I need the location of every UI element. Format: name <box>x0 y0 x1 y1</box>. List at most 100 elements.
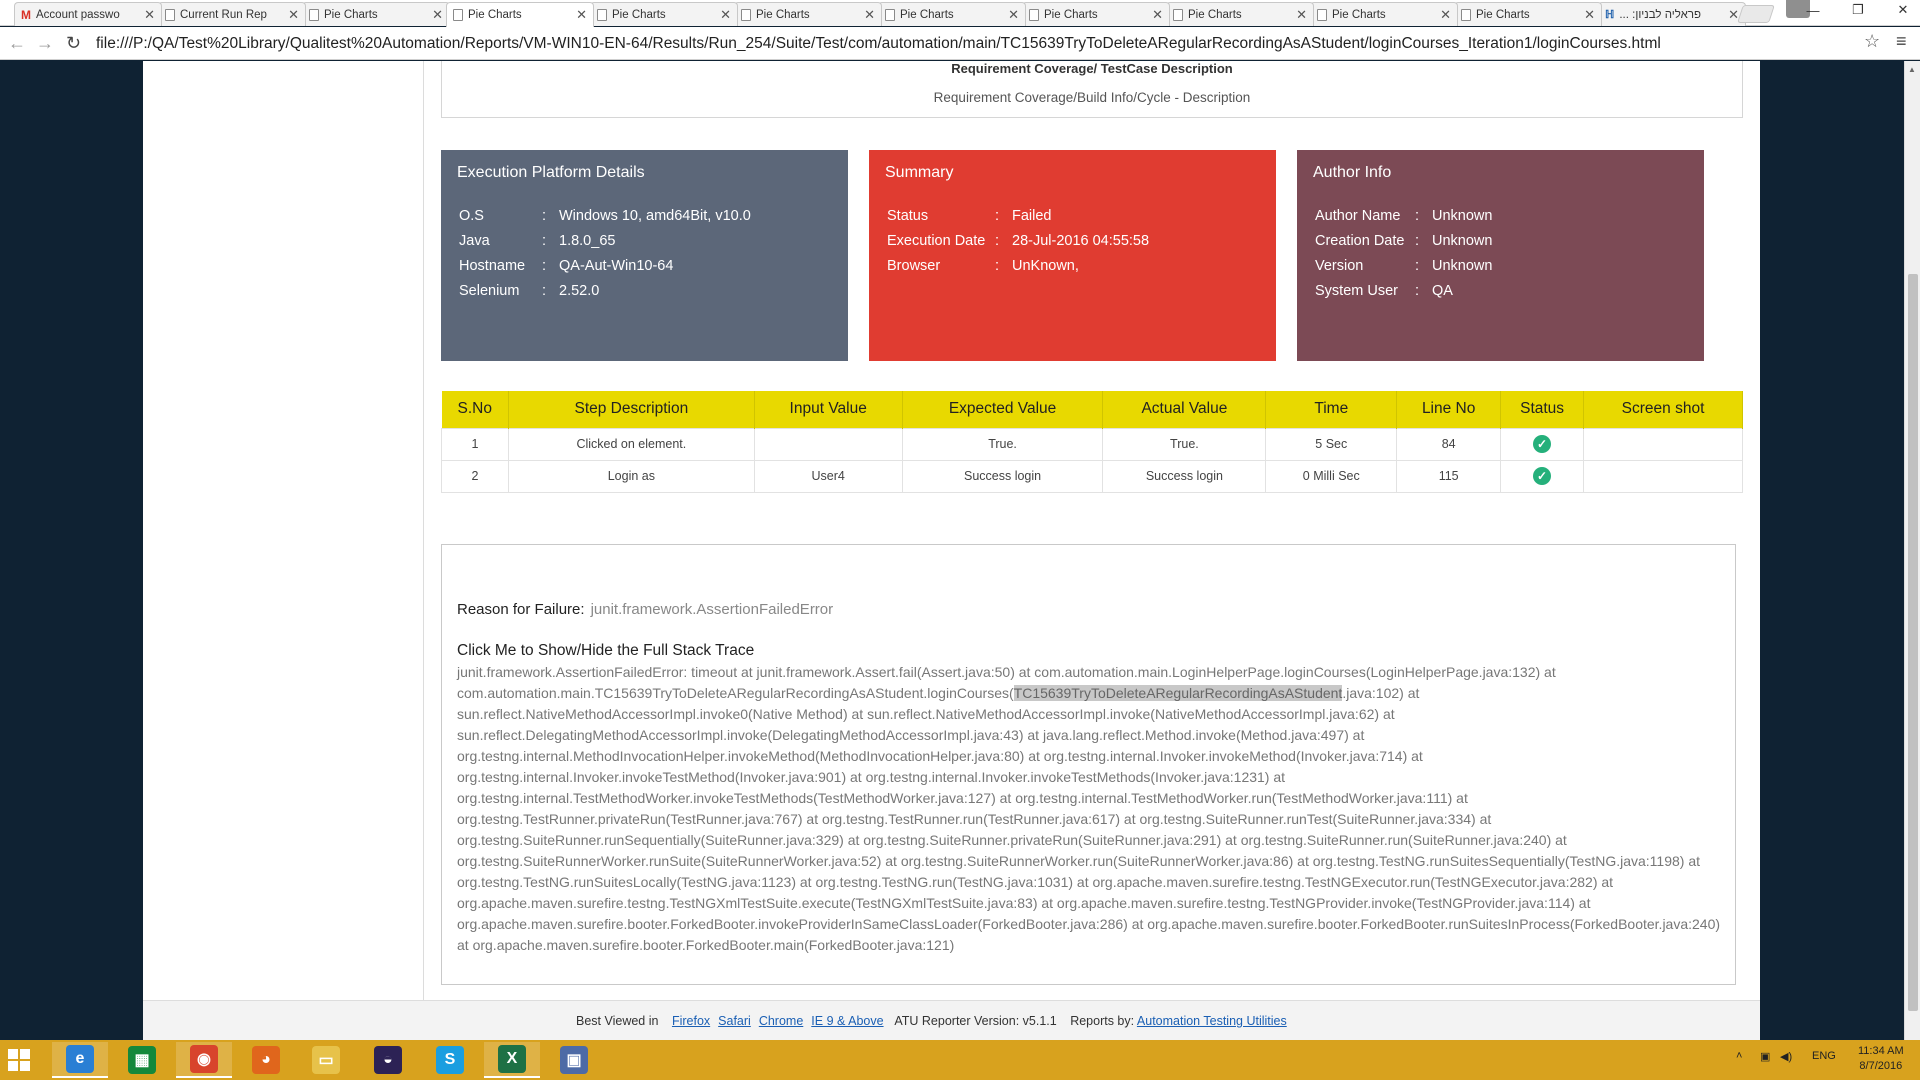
browser-tab[interactable]: M Account passwo ✕ <box>14 2 162 26</box>
document-icon <box>309 8 319 21</box>
scrollbar-thumb[interactable] <box>1908 274 1918 1011</box>
reload-button[interactable]: ↻ <box>66 33 81 53</box>
safari-link[interactable]: Safari <box>718 1014 751 1028</box>
tab-close-icon[interactable]: ✕ <box>576 7 587 23</box>
tab-close-icon[interactable]: ✕ <box>144 7 155 23</box>
detail-separator: : <box>1415 233 1420 249</box>
table-cell-time: 5 Sec <box>1265 427 1398 461</box>
browser-tab[interactable]: Pie Charts ✕ <box>1166 2 1314 26</box>
browser-tab[interactable]: Pie Charts ✕ <box>1310 2 1458 26</box>
back-button[interactable]: ← <box>8 33 26 53</box>
browser-tab[interactable]: Pie Charts ✕ <box>302 2 450 26</box>
network-app-taskbar-button[interactable]: ▣ <box>546 1042 602 1078</box>
browser-tab[interactable]: Pie Charts ✕ <box>1454 2 1602 26</box>
forward-button[interactable]: → <box>36 33 54 53</box>
tab-title: פראליה לבניון: ... <box>1619 8 1701 21</box>
scroll-up-arrow-icon[interactable]: ▲ <box>1908 65 1916 74</box>
table-row: 1 Clicked on element. True. True. 5 Sec 84 ✓ <box>441 427 1743 461</box>
column-header: Time <box>1265 391 1398 428</box>
tab-title: Pie Charts <box>900 8 954 21</box>
detail-key: Version <box>1315 258 1364 274</box>
bookmark-star-icon[interactable]: ☆ <box>1864 31 1880 52</box>
close-window-button[interactable]: ✕ <box>1888 0 1918 20</box>
volume-icon[interactable]: ◀) <box>1780 1050 1792 1063</box>
detail-separator: : <box>1415 283 1420 299</box>
tab-title: Pie Charts <box>1332 8 1386 21</box>
tab-title: Account passwo <box>36 8 120 21</box>
pass-check-icon: ✓ <box>1533 435 1552 453</box>
reports-by-label: Reports by: <box>1070 1014 1135 1028</box>
tab-title: Pie Charts <box>1044 8 1098 21</box>
detail-value: Unknown <box>1432 233 1493 249</box>
new-tab-button[interactable] <box>1737 5 1775 23</box>
browser-tab[interactable]: ℍ פראליה לבניון: ... ✕ <box>1598 2 1746 26</box>
detail-key: Status <box>887 208 929 224</box>
tab-close-icon[interactable]: ✕ <box>288 7 299 23</box>
detail-value: Failed <box>1012 208 1052 224</box>
system-clock[interactable]: 11:34 AM 8/7/2016 <box>1858 1044 1904 1074</box>
store-taskbar-button[interactable]: ▦ <box>114 1042 170 1078</box>
file-explorer-taskbar-button[interactable]: ▭ <box>298 1042 354 1078</box>
detail-value: QA-Aut-Win10-64 <box>559 258 674 274</box>
card-title: Author Info <box>1313 164 1392 181</box>
browser-tab[interactable]: Pie Charts ✕ <box>878 2 1026 26</box>
excel-taskbar-button[interactable]: X <box>484 1042 540 1078</box>
tab-close-icon[interactable]: ✕ <box>432 7 443 23</box>
minimize-button[interactable]: — <box>1798 0 1828 20</box>
document-icon <box>597 8 607 21</box>
testcase-description-box: Requirement Coverage/ TestCase Descripti… <box>441 61 1743 118</box>
tab-close-icon[interactable]: ✕ <box>1152 7 1163 23</box>
tab-close-icon[interactable]: ✕ <box>1440 7 1451 23</box>
chrome-link[interactable]: Chrome <box>759 1014 803 1028</box>
gmail-icon: M <box>21 7 31 22</box>
tab-close-icon[interactable]: ✕ <box>1296 7 1307 23</box>
table-cell-actual: True. <box>1102 427 1267 461</box>
tab-title: Pie Charts <box>756 8 810 21</box>
browser-tab[interactable]: Pie Charts ✕ <box>734 2 882 26</box>
detail-key: Author Name <box>1315 208 1401 224</box>
browser-tab[interactable]: Pie Charts ✕ <box>1022 2 1170 26</box>
language-indicator[interactable]: ENG <box>1812 1050 1836 1062</box>
description-text: Requirement Coverage/Build Info/Cycle - … <box>933 90 1251 105</box>
firefox-taskbar-button[interactable]: ◕ <box>238 1042 294 1078</box>
column-header: S.No <box>441 391 509 428</box>
table-cell-screenshot <box>1583 459 1743 493</box>
browser-tab[interactable]: Current Run Rep ✕ <box>158 2 306 26</box>
browser-menu-icon[interactable]: ≡ <box>1896 31 1907 52</box>
detail-key: Execution Date <box>887 233 986 249</box>
table-header-row: S.No Step Description Input Value Expected … <box>441 391 1743 428</box>
ie-link[interactable]: IE 9 & Above <box>811 1014 883 1028</box>
table-cell-input <box>753 427 903 461</box>
vertical-scrollbar[interactable]: ▲ <box>1904 61 1920 1040</box>
detail-key: Selenium <box>459 283 520 299</box>
browser-tab[interactable]: Pie Charts ✕ <box>446 2 594 27</box>
eclipse-taskbar-button[interactable]: ◒ <box>360 1042 416 1078</box>
tab-close-icon[interactable]: ✕ <box>1584 7 1595 23</box>
network-icon[interactable]: ▣ <box>1760 1050 1770 1063</box>
browser-tab[interactable]: Pie Charts ✕ <box>590 2 738 26</box>
tray-expand-icon[interactable]: ˄ <box>1736 1050 1742 1062</box>
left-panel <box>143 61 423 1000</box>
automation-testing-utilities-link[interactable]: Automation Testing Utilities <box>1137 1014 1287 1028</box>
card-title: Execution Platform Details <box>457 164 645 181</box>
tab-close-icon[interactable]: ✕ <box>864 7 875 23</box>
windows-start-icon[interactable] <box>8 1049 30 1071</box>
document-icon <box>1317 8 1327 21</box>
detail-separator: : <box>995 208 1000 224</box>
tab-title: Current Run Rep <box>180 8 267 21</box>
description-title: Requirement Coverage/ TestCase Descripti… <box>951 61 1233 76</box>
restore-button[interactable]: ❐ <box>1843 0 1873 20</box>
skype-taskbar-button[interactable]: S <box>422 1042 478 1078</box>
tab-close-icon[interactable]: ✕ <box>1008 7 1019 23</box>
detail-separator: : <box>995 233 1000 249</box>
stack-trace-text: junit.framework.AssertionFailedError: ti… <box>457 662 1727 956</box>
stack-trace-toggle[interactable]: Click Me to Show/Hide the Full Stack Tra… <box>457 642 754 660</box>
reporter-version: ATU Reporter Version: v5.1.1 <box>894 1014 1057 1028</box>
detail-value: QA <box>1432 283 1453 299</box>
firefox-link[interactable]: Firefox <box>672 1014 710 1028</box>
tab-title: Pie Charts <box>468 9 522 21</box>
chrome-taskbar-button[interactable]: ◉ <box>176 1042 232 1078</box>
tab-close-icon[interactable]: ✕ <box>720 7 731 23</box>
address-bar[interactable]: file:///P:/QA/Test%20Library/Qualitest%2… <box>96 32 1876 55</box>
internet-explorer-taskbar-button[interactable]: e <box>52 1042 108 1078</box>
